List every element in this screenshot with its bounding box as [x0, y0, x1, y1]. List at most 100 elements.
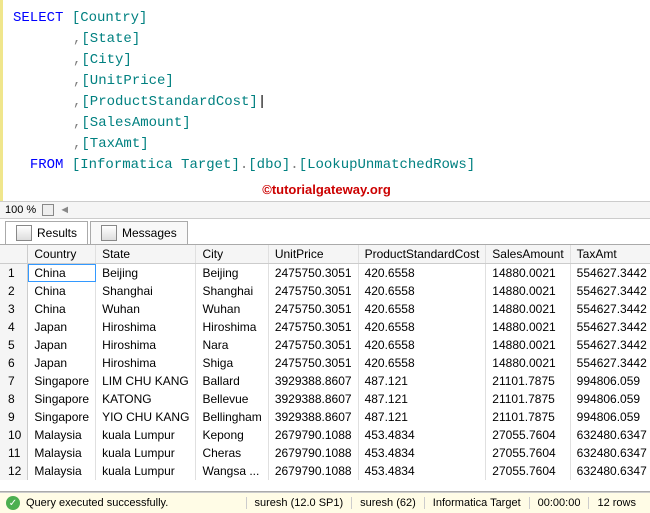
- cell[interactable]: China: [28, 264, 96, 283]
- cell[interactable]: 554627.3442: [570, 300, 650, 318]
- row-number[interactable]: 4: [0, 318, 28, 336]
- col-header[interactable]: TaxAmt: [570, 245, 650, 264]
- row-number[interactable]: 5: [0, 336, 28, 354]
- cell[interactable]: Hiroshima: [96, 318, 196, 336]
- cell[interactable]: 21101.7875: [486, 390, 570, 408]
- cell[interactable]: Wangsa ...: [196, 462, 268, 480]
- cell[interactable]: 487.121: [358, 390, 486, 408]
- cell[interactable]: 994806.059: [570, 372, 650, 390]
- cell[interactable]: 554627.3442: [570, 318, 650, 336]
- col-header[interactable]: City: [196, 245, 268, 264]
- cell[interactable]: Shanghai: [196, 282, 268, 300]
- cell[interactable]: 2475750.3051: [268, 336, 358, 354]
- col-header[interactable]: UnitPrice: [268, 245, 358, 264]
- cell[interactable]: Singapore: [28, 408, 96, 426]
- cell[interactable]: 554627.3442: [570, 282, 650, 300]
- cell[interactable]: Kepong: [196, 426, 268, 444]
- cell[interactable]: 2679790.1088: [268, 426, 358, 444]
- cell[interactable]: Beijing: [96, 264, 196, 283]
- cell[interactable]: 2475750.3051: [268, 300, 358, 318]
- cell[interactable]: 420.6558: [358, 336, 486, 354]
- table-row[interactable]: 12Malaysiakuala LumpurWangsa ...2679790.…: [0, 462, 650, 480]
- cell[interactable]: Singapore: [28, 372, 96, 390]
- cell[interactable]: Bellingham: [196, 408, 268, 426]
- cell[interactable]: 487.121: [358, 372, 486, 390]
- cell[interactable]: Cheras: [196, 444, 268, 462]
- row-number[interactable]: 1: [0, 264, 28, 283]
- row-number[interactable]: 10: [0, 426, 28, 444]
- cell[interactable]: 487.121: [358, 408, 486, 426]
- cell[interactable]: 14880.0021: [486, 318, 570, 336]
- cell[interactable]: 3929388.8607: [268, 408, 358, 426]
- table-row[interactable]: 6JapanHiroshimaShiga2475750.3051420.6558…: [0, 354, 650, 372]
- cell[interactable]: kuala Lumpur: [96, 462, 196, 480]
- row-number[interactable]: 6: [0, 354, 28, 372]
- table-row[interactable]: 1ChinaBeijingBeijing2475750.3051420.6558…: [0, 264, 650, 283]
- cell[interactable]: 632480.6347: [570, 444, 650, 462]
- row-number[interactable]: 8: [0, 390, 28, 408]
- cell[interactable]: 14880.0021: [486, 300, 570, 318]
- row-number[interactable]: 11: [0, 444, 28, 462]
- cell[interactable]: Wuhan: [96, 300, 196, 318]
- cell[interactable]: 994806.059: [570, 390, 650, 408]
- cell[interactable]: 21101.7875: [486, 408, 570, 426]
- cell[interactable]: Japan: [28, 354, 96, 372]
- tab-messages[interactable]: Messages: [90, 221, 188, 244]
- cell[interactable]: 2475750.3051: [268, 264, 358, 283]
- col-header[interactable]: SalesAmount: [486, 245, 570, 264]
- cell[interactable]: 21101.7875: [486, 372, 570, 390]
- cell[interactable]: Beijing: [196, 264, 268, 283]
- cell[interactable]: Malaysia: [28, 462, 96, 480]
- cell[interactable]: 2679790.1088: [268, 462, 358, 480]
- cell[interactable]: 632480.6347: [570, 462, 650, 480]
- row-number[interactable]: 2: [0, 282, 28, 300]
- cell[interactable]: Hiroshima: [196, 318, 268, 336]
- zoom-dropdown-button[interactable]: [42, 204, 54, 216]
- cell[interactable]: Nara: [196, 336, 268, 354]
- cell[interactable]: 632480.6347: [570, 426, 650, 444]
- cell[interactable]: YIO CHU KANG: [96, 408, 196, 426]
- cell[interactable]: China: [28, 282, 96, 300]
- cell[interactable]: 554627.3442: [570, 354, 650, 372]
- row-number[interactable]: 3: [0, 300, 28, 318]
- cell[interactable]: 27055.7604: [486, 462, 570, 480]
- cell[interactable]: Shiga: [196, 354, 268, 372]
- cell[interactable]: Japan: [28, 318, 96, 336]
- zoom-level[interactable]: 100 %: [5, 204, 36, 216]
- cell[interactable]: 420.6558: [358, 318, 486, 336]
- cell[interactable]: Hiroshima: [96, 336, 196, 354]
- table-row[interactable]: 10Malaysiakuala LumpurKepong2679790.1088…: [0, 426, 650, 444]
- cell[interactable]: 554627.3442: [570, 264, 650, 283]
- cell[interactable]: 554627.3442: [570, 336, 650, 354]
- row-number[interactable]: 12: [0, 462, 28, 480]
- scroll-left-icon[interactable]: ◄: [59, 204, 70, 216]
- sql-editor[interactable]: SELECT [Country] ,[State] ,[City] ,[Unit…: [0, 0, 650, 201]
- cell[interactable]: 3929388.8607: [268, 372, 358, 390]
- cell[interactable]: 994806.059: [570, 408, 650, 426]
- table-row[interactable]: 8SingaporeKATONGBellevue3929388.8607487.…: [0, 390, 650, 408]
- row-number[interactable]: 7: [0, 372, 28, 390]
- cell[interactable]: 14880.0021: [486, 336, 570, 354]
- cell[interactable]: 453.4834: [358, 426, 486, 444]
- cell[interactable]: 2475750.3051: [268, 354, 358, 372]
- cell[interactable]: Wuhan: [196, 300, 268, 318]
- table-row[interactable]: 5JapanHiroshimaNara2475750.3051420.65581…: [0, 336, 650, 354]
- tab-results[interactable]: Results: [5, 221, 88, 244]
- cell[interactable]: Singapore: [28, 390, 96, 408]
- cell[interactable]: 420.6558: [358, 282, 486, 300]
- cell[interactable]: 14880.0021: [486, 282, 570, 300]
- col-header[interactable]: Country: [28, 245, 96, 264]
- cell[interactable]: Malaysia: [28, 444, 96, 462]
- table-row[interactable]: 9SingaporeYIO CHU KANGBellingham3929388.…: [0, 408, 650, 426]
- cell[interactable]: Hiroshima: [96, 354, 196, 372]
- table-row[interactable]: 3ChinaWuhanWuhan2475750.3051420.65581488…: [0, 300, 650, 318]
- cell[interactable]: 420.6558: [358, 300, 486, 318]
- cell[interactable]: LIM CHU KANG: [96, 372, 196, 390]
- cell[interactable]: Bellevue: [196, 390, 268, 408]
- cell[interactable]: Malaysia: [28, 426, 96, 444]
- cell[interactable]: 27055.7604: [486, 444, 570, 462]
- cell[interactable]: KATONG: [96, 390, 196, 408]
- col-header[interactable]: ProductStandardCost: [358, 245, 486, 264]
- results-grid-wrap[interactable]: Country State City UnitPrice ProductStan…: [0, 245, 650, 492]
- cell[interactable]: Japan: [28, 336, 96, 354]
